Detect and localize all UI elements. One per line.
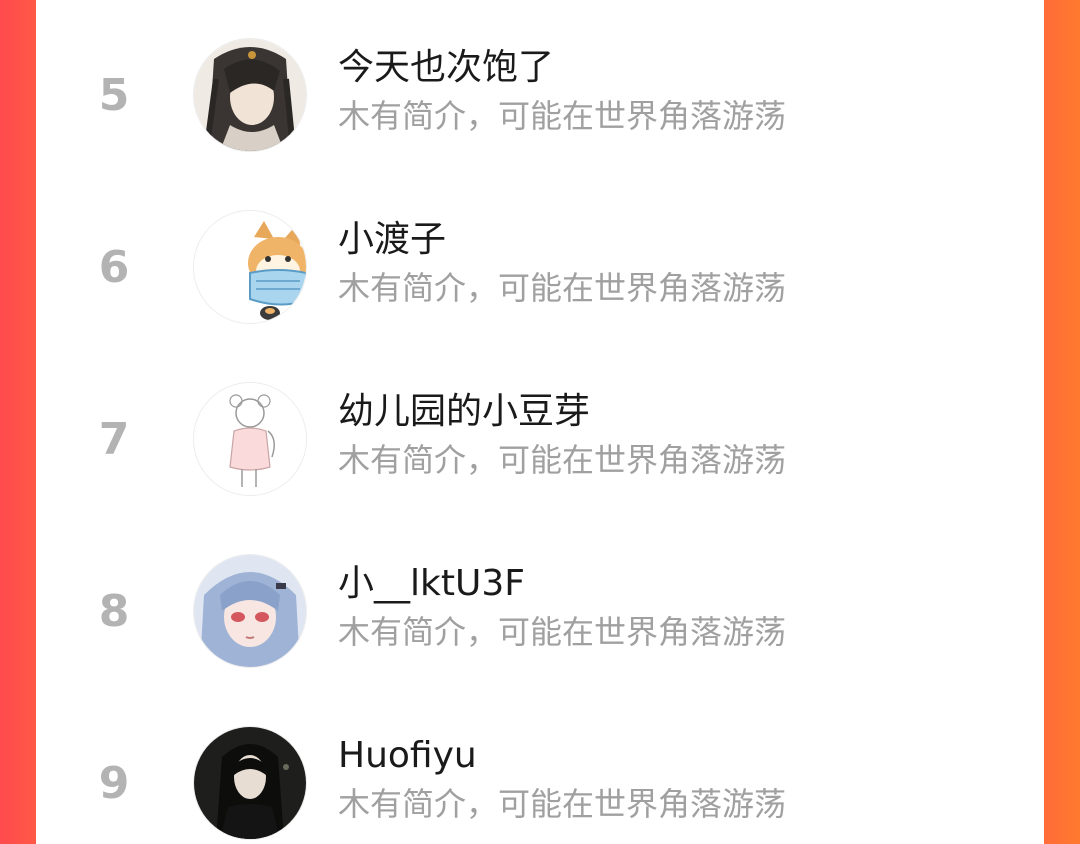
user-name: 今天也次饱了	[338, 47, 555, 88]
rank-number: 9	[98, 758, 130, 809]
user-bio: 木有简介，可能在世界角落游荡	[338, 613, 787, 651]
masked-dog-avatar-icon[interactable]	[193, 210, 307, 324]
user-name: 小渡子	[338, 219, 447, 260]
ranking-row[interactable]: 7 幼儿园的小豆芽 木有简介，可能在世界角落游荡	[36, 354, 1044, 526]
ranking-row[interactable]: 5 今天也次饱了 木有简介，可能在世界角落游荡	[36, 10, 1044, 182]
rank-number: 5	[98, 70, 130, 121]
user-name: 小__lktU3F	[338, 563, 525, 604]
rank-number: 7	[98, 414, 130, 465]
ranking-row[interactable]: 9 Huofiyu 木有简介，可能在世界角落游荡	[36, 698, 1044, 844]
dark-photo-girl-avatar-icon[interactable]	[193, 726, 307, 840]
user-bio: 木有简介，可能在世界角落游荡	[338, 97, 787, 135]
user-name: 幼儿园的小豆芽	[338, 391, 591, 432]
ranking-row[interactable]: 8 小__lktU3F 木有简介，可能在世界角落游荡	[36, 526, 1044, 698]
ranking-list: 5 今天也次饱了 木有简介，可能在世界角落游荡 6 小渡子 木有简介，可能在世界…	[36, 0, 1044, 844]
user-name: Huofiyu	[338, 735, 477, 776]
sketch-girl-avatar-icon[interactable]	[193, 382, 307, 496]
ranking-row[interactable]: 6 小渡子 木有简介，可能在世界角落游荡	[36, 182, 1044, 354]
anime-blue-hair-girl-avatar-icon[interactable]	[193, 554, 307, 668]
user-bio: 木有简介，可能在世界角落游荡	[338, 441, 787, 479]
anime-long-hair-man-avatar-icon[interactable]	[193, 38, 307, 152]
user-bio: 木有简介，可能在世界角落游荡	[338, 785, 787, 823]
rank-number: 8	[98, 586, 130, 637]
user-bio: 木有简介，可能在世界角落游荡	[338, 269, 787, 307]
rank-number: 6	[98, 242, 130, 293]
